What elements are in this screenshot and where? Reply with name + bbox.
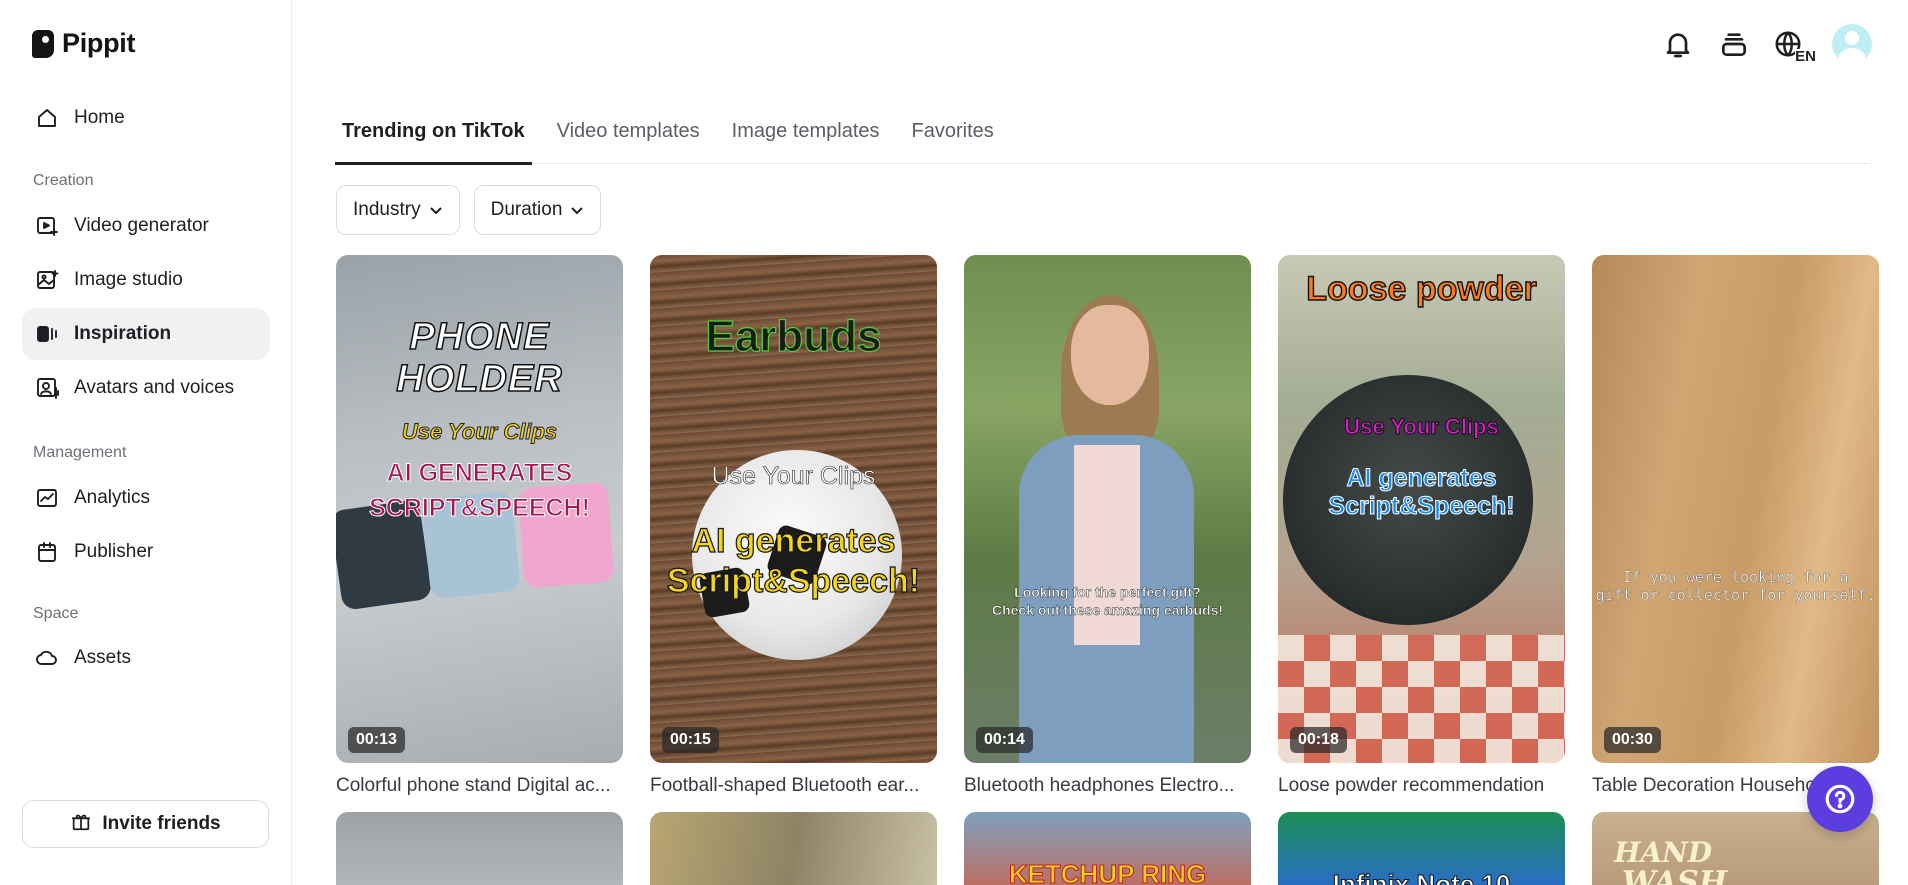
- sidebar-item-label: Image studio: [74, 269, 183, 290]
- video-thumbnail[interactable]: Loose powder Use Your Clips AI generates…: [1278, 255, 1565, 763]
- thumbnail-headline: Loose powder: [1306, 269, 1538, 308]
- invite-friends-label: Invite friends: [102, 813, 221, 834]
- help-icon: [1825, 784, 1855, 814]
- sidebar-item-label: Analytics: [74, 487, 151, 508]
- sidebar-item-avatars-voices[interactable]: Avatars and voices: [22, 362, 270, 414]
- thumbnail-text: AI GENERATES: [386, 459, 573, 487]
- duration-badge: 00:18: [1290, 727, 1347, 753]
- header-actions: EN: [1660, 24, 1872, 64]
- pippit-logo-icon: [32, 29, 54, 58]
- sidebar-item-publisher[interactable]: Publisher: [22, 526, 270, 578]
- avatar[interactable]: [1832, 24, 1872, 64]
- thumbnail-text: gift or collector for yourself,: [1595, 586, 1876, 604]
- sidebar-item-label: Avatars and voices: [74, 377, 235, 398]
- duration-dropdown-label: Duration: [490, 199, 563, 220]
- video-thumbnail[interactable]: Earbuds Use Your Clips AI generates Scri…: [650, 255, 937, 763]
- thumbnail-text: Looking for the perfect gift?: [1014, 584, 1201, 600]
- video-card[interactable]: If you were looking for a gift or collec…: [1592, 255, 1879, 797]
- section-label-management: Management: [33, 444, 127, 461]
- duration-badge: 00:15: [662, 727, 719, 753]
- duration-badge: 00:14: [976, 727, 1033, 753]
- language-badge: EN: [1795, 48, 1816, 65]
- chevron-down-icon: [429, 207, 442, 215]
- sidebar-item-label: Home: [74, 107, 125, 128]
- section-label-space: Space: [33, 605, 79, 622]
- sidebar: Pippit Home Creation Video generator Ima…: [0, 0, 292, 885]
- video-card[interactable]: Loose powder Use Your Clips AI generates…: [1278, 255, 1565, 797]
- sidebar-item-inspiration[interactable]: Inspiration: [22, 308, 270, 360]
- video-card[interactable]: KETCHUP RING: [964, 812, 1251, 885]
- thumbnail-headline: Earbuds: [705, 311, 882, 361]
- tab-bar: Trending on TikTok Video templates Image…: [335, 116, 1870, 165]
- tab-image-templates[interactable]: Image templates: [725, 116, 887, 164]
- video-thumbnail[interactable]: If you were looking for a gift or collec…: [1592, 255, 1879, 763]
- sidebar-item-image-studio[interactable]: Image studio: [22, 254, 270, 306]
- sidebar-item-label: Video generator: [74, 215, 209, 236]
- image-studio-icon: [34, 267, 60, 293]
- language-icon[interactable]: EN: [1772, 26, 1816, 64]
- video-card[interactable]: PHONE HOLDER Use Your Clips AI GENERATES…: [336, 255, 623, 797]
- thumbnail-text: Script&Speech!: [666, 561, 921, 600]
- help-button[interactable]: [1807, 766, 1873, 832]
- thumbnail-text: AI generates: [691, 521, 896, 560]
- thumbnail-text: AI generates: [1346, 464, 1497, 492]
- sidebar-item-home[interactable]: Home: [22, 92, 270, 144]
- sidebar-item-label: Publisher: [74, 541, 154, 562]
- video-generator-icon: [34, 213, 60, 239]
- avatar-voice-icon: [34, 375, 60, 401]
- layers-icon[interactable]: [1716, 26, 1752, 62]
- sidebar-item-analytics[interactable]: Analytics: [22, 472, 270, 524]
- thumbnail-text: Infinix Note 10: [1332, 869, 1511, 885]
- industry-dropdown[interactable]: Industry: [336, 185, 460, 235]
- thumbnail-text: If you were looking for a: [1622, 568, 1849, 586]
- analytics-icon: [34, 485, 60, 511]
- sidebar-item-label: Assets: [74, 647, 132, 668]
- bell-icon[interactable]: [1660, 26, 1696, 62]
- app-name: Pippit: [62, 28, 136, 58]
- duration-badge: 00:30: [1604, 727, 1661, 753]
- video-card[interactable]: [650, 812, 937, 885]
- tab-trending-tiktok[interactable]: Trending on TikTok: [335, 116, 532, 165]
- home-icon: [34, 105, 60, 131]
- thumbnail-text: WASH: [1622, 865, 1728, 885]
- thumbnail-text: Check out these amazing earbuds!: [991, 602, 1224, 618]
- thumbnail-text: KETCHUP RING: [1008, 859, 1207, 885]
- card-title[interactable]: Colorful phone stand Digital ac...: [336, 775, 623, 797]
- thumbnail-text: SCRIPT&SPEECH!: [369, 494, 591, 522]
- inspiration-icon: [34, 321, 60, 347]
- tab-favorites[interactable]: Favorites: [905, 116, 1001, 164]
- thumbnail-text: Use Your Clips: [401, 419, 558, 444]
- invite-friends-button[interactable]: Invite friends: [22, 800, 269, 848]
- card-title[interactable]: Football-shaped Bluetooth ear...: [650, 775, 937, 797]
- gift-icon: [70, 810, 92, 838]
- chevron-down-icon: [571, 207, 584, 215]
- duration-dropdown[interactable]: Duration: [473, 185, 602, 235]
- sidebar-item-video-generator[interactable]: Video generator: [22, 200, 270, 252]
- filter-bar: Industry Duration: [336, 185, 602, 235]
- thumbnail-headline: PHONE HOLDER: [396, 315, 563, 400]
- video-card[interactable]: [336, 812, 623, 885]
- cloud-icon: [34, 645, 60, 671]
- tab-video-templates[interactable]: Video templates: [550, 116, 707, 164]
- video-thumbnail[interactable]: Looking for the perfect gift? Check out …: [964, 255, 1251, 763]
- sidebar-item-assets[interactable]: Assets: [22, 632, 270, 684]
- logo[interactable]: Pippit: [32, 28, 136, 59]
- video-card[interactable]: Infinix Note 10: [1278, 812, 1565, 885]
- thumbnail-text: Use Your Clips: [1344, 414, 1499, 439]
- thumbnail-text: Script&Speech!: [1328, 492, 1515, 520]
- thumbnail-text: Use Your Clips: [711, 462, 876, 490]
- industry-dropdown-label: Industry: [353, 199, 421, 220]
- card-title[interactable]: Bluetooth headphones Electro...: [964, 775, 1251, 797]
- section-label-creation: Creation: [33, 172, 94, 189]
- video-card[interactable]: Earbuds Use Your Clips AI generates Scri…: [650, 255, 937, 797]
- card-title[interactable]: Loose powder recommendation: [1278, 775, 1565, 797]
- video-thumbnail[interactable]: PHONE HOLDER Use Your Clips AI GENERATES…: [336, 255, 623, 763]
- duration-badge: 00:13: [348, 727, 405, 753]
- video-card[interactable]: Looking for the perfect gift? Check out …: [964, 255, 1251, 797]
- calendar-icon: [34, 539, 60, 565]
- sidebar-item-label: Inspiration: [74, 323, 172, 344]
